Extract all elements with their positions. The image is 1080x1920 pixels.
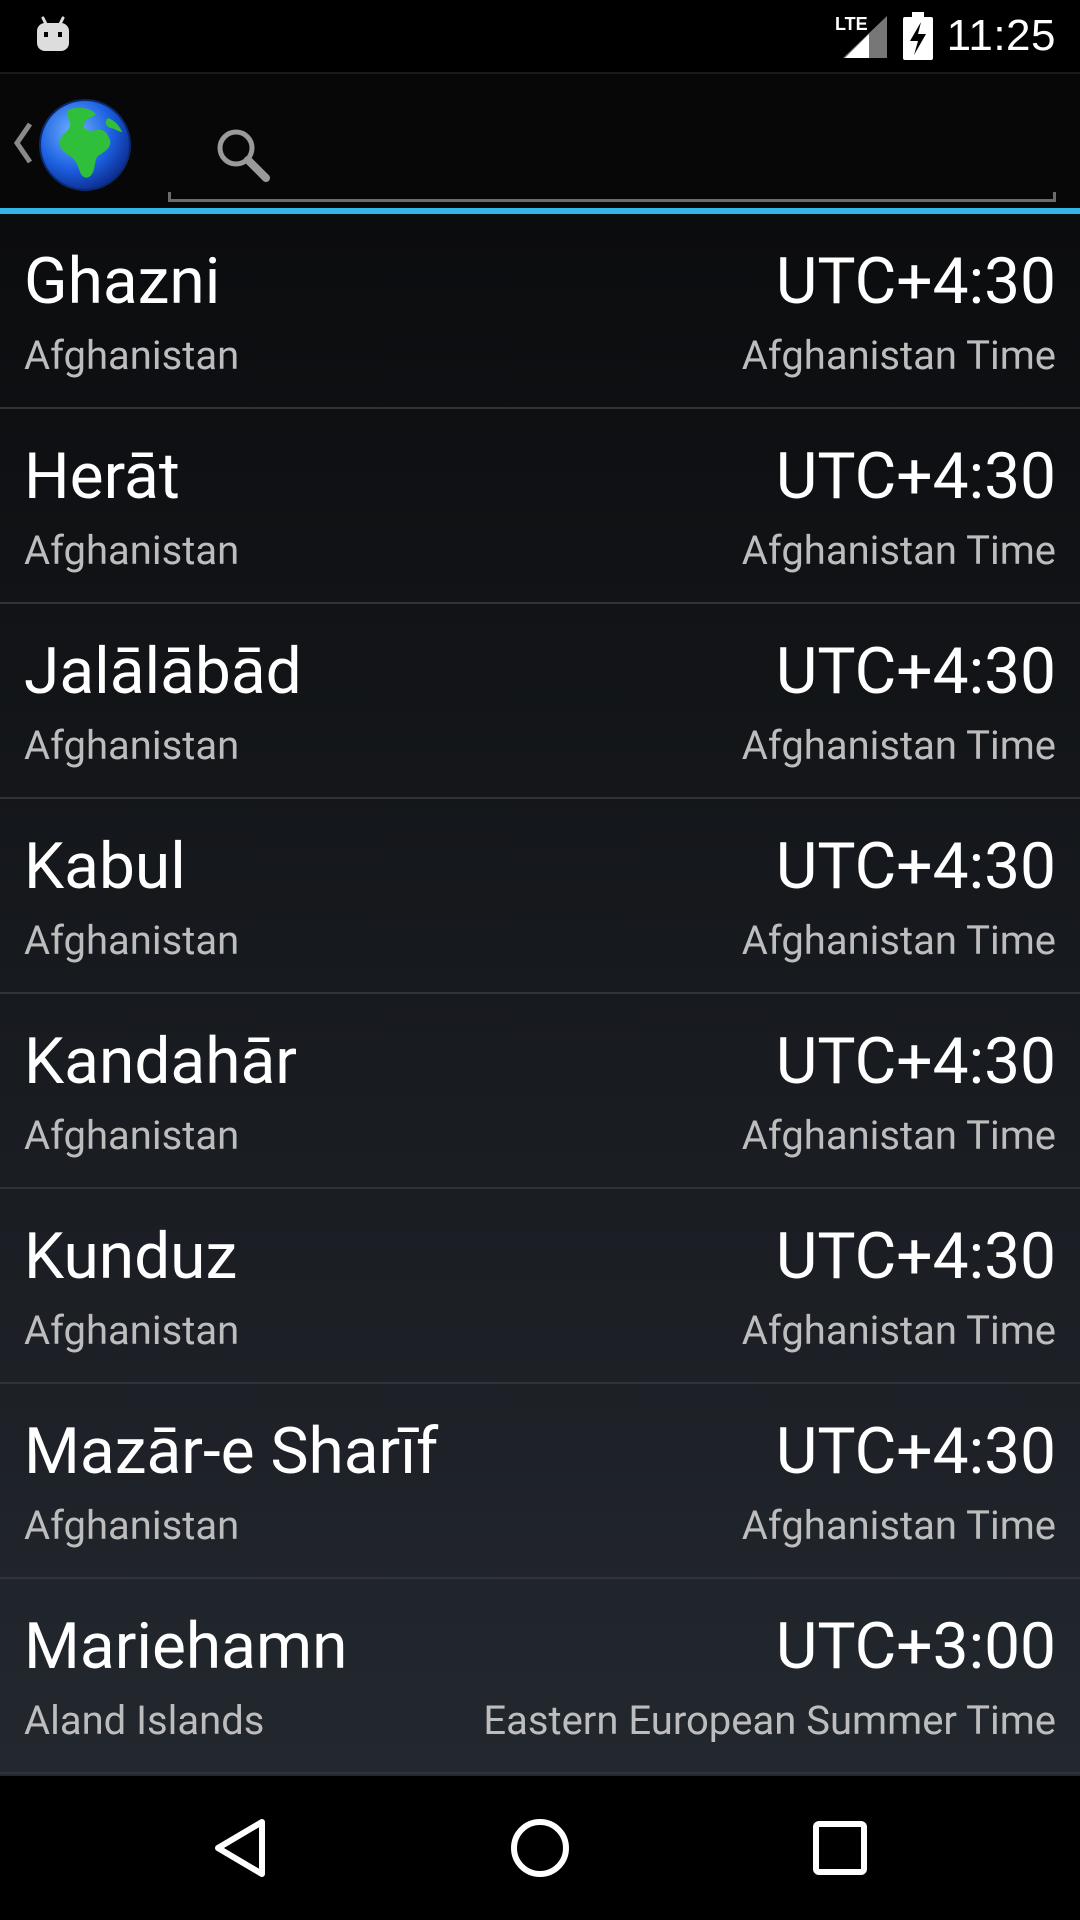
utc-offset: UTC+4:30 bbox=[775, 829, 1056, 904]
search-icon bbox=[217, 129, 270, 182]
timezone-row[interactable]: Mariehamn Aland Islands UTC+3:00 Eastern… bbox=[0, 1579, 1080, 1774]
timezone-name: Afghanistan Time bbox=[741, 722, 1056, 769]
timezone-row[interactable]: Kunduz Afghanistan UTC+4:30 Afghanistan … bbox=[0, 1189, 1080, 1384]
utc-offset: UTC+4:30 bbox=[775, 1219, 1056, 1294]
country-name: Afghanistan bbox=[24, 1307, 240, 1354]
navigation-bar bbox=[0, 1776, 1080, 1920]
city-name: Kabul bbox=[24, 829, 186, 904]
timezone-row[interactable]: Kabul Afghanistan UTC+4:30 Afghanistan T… bbox=[0, 799, 1080, 994]
back-icon[interactable] bbox=[204, 1812, 276, 1884]
timezone-row[interactable]: Mazār-e Sharīf Afghanistan UTC+4:30 Afgh… bbox=[0, 1384, 1080, 1579]
utc-offset: UTC+4:30 bbox=[775, 634, 1056, 709]
city-name: Herāt bbox=[24, 439, 180, 514]
timezone-name: Afghanistan Time bbox=[741, 1502, 1056, 1549]
utc-offset: UTC+3:00 bbox=[775, 1609, 1056, 1684]
city-name: Kandahār bbox=[24, 1024, 297, 1099]
battery-charging-icon bbox=[902, 12, 933, 60]
utc-offset: UTC+4:30 bbox=[775, 1024, 1056, 1099]
timezone-list[interactable]: Ghazni Afghanistan UTC+4:30 Afghanistan … bbox=[0, 214, 1080, 1776]
recents-icon[interactable] bbox=[804, 1812, 876, 1884]
search-underline bbox=[168, 192, 1056, 202]
city-name: Mazār-e Sharīf bbox=[24, 1414, 439, 1489]
android-notification-icon bbox=[37, 16, 69, 51]
svg-text:LTE: LTE bbox=[835, 14, 868, 34]
country-name: Aland Islands bbox=[24, 1697, 265, 1744]
home-icon[interactable] bbox=[504, 1812, 576, 1884]
timezone-name: Eastern European Summer Time bbox=[483, 1697, 1056, 1744]
status-time: 11:25 bbox=[946, 11, 1056, 60]
timezone-row[interactable]: Kandahār Afghanistan UTC+4:30 Afghanista… bbox=[0, 994, 1080, 1189]
country-name: Afghanistan bbox=[24, 1112, 240, 1159]
timezone-name: Afghanistan Time bbox=[741, 527, 1056, 574]
city-name: Kunduz bbox=[24, 1219, 238, 1294]
country-name: Afghanistan bbox=[24, 527, 240, 574]
timezone-row[interactable]: Jalālābād Afghanistan UTC+4:30 Afghanist… bbox=[0, 604, 1080, 799]
city-name: Mariehamn bbox=[24, 1609, 348, 1684]
utc-offset: UTC+4:30 bbox=[775, 1414, 1056, 1489]
timezone-name: Afghanistan Time bbox=[741, 917, 1056, 964]
utc-offset: UTC+4:30 bbox=[775, 244, 1056, 319]
utc-offset: UTC+4:30 bbox=[775, 439, 1056, 514]
country-name: Afghanistan bbox=[24, 917, 240, 964]
country-name: Afghanistan bbox=[24, 332, 240, 379]
timezone-name: Afghanistan Time bbox=[741, 1307, 1056, 1354]
city-name: Jalālābād bbox=[24, 634, 302, 709]
search-field[interactable] bbox=[168, 94, 1056, 202]
search-input[interactable] bbox=[278, 114, 1042, 186]
timezone-row[interactable]: Ghazni Afghanistan UTC+4:30 Afghanistan … bbox=[0, 214, 1080, 409]
city-name: Ghazni bbox=[24, 244, 221, 319]
up-navigation-chevron-icon[interactable] bbox=[10, 118, 36, 168]
timezone-name: Afghanistan Time bbox=[741, 1112, 1056, 1159]
lte-signal-icon: LTE bbox=[835, 14, 887, 58]
action-bar bbox=[0, 72, 1080, 212]
country-name: Afghanistan bbox=[24, 722, 240, 769]
status-right-group: LTE 11:25 bbox=[833, 0, 1056, 72]
status-bar: LTE 11:25 bbox=[0, 0, 1080, 72]
timezone-row[interactable]: Herāt Afghanistan UTC+4:30 Afghanistan T… bbox=[0, 409, 1080, 604]
timezone-name: Afghanistan Time bbox=[741, 332, 1056, 379]
globe-icon[interactable] bbox=[38, 98, 132, 192]
country-name: Afghanistan bbox=[24, 1502, 240, 1549]
